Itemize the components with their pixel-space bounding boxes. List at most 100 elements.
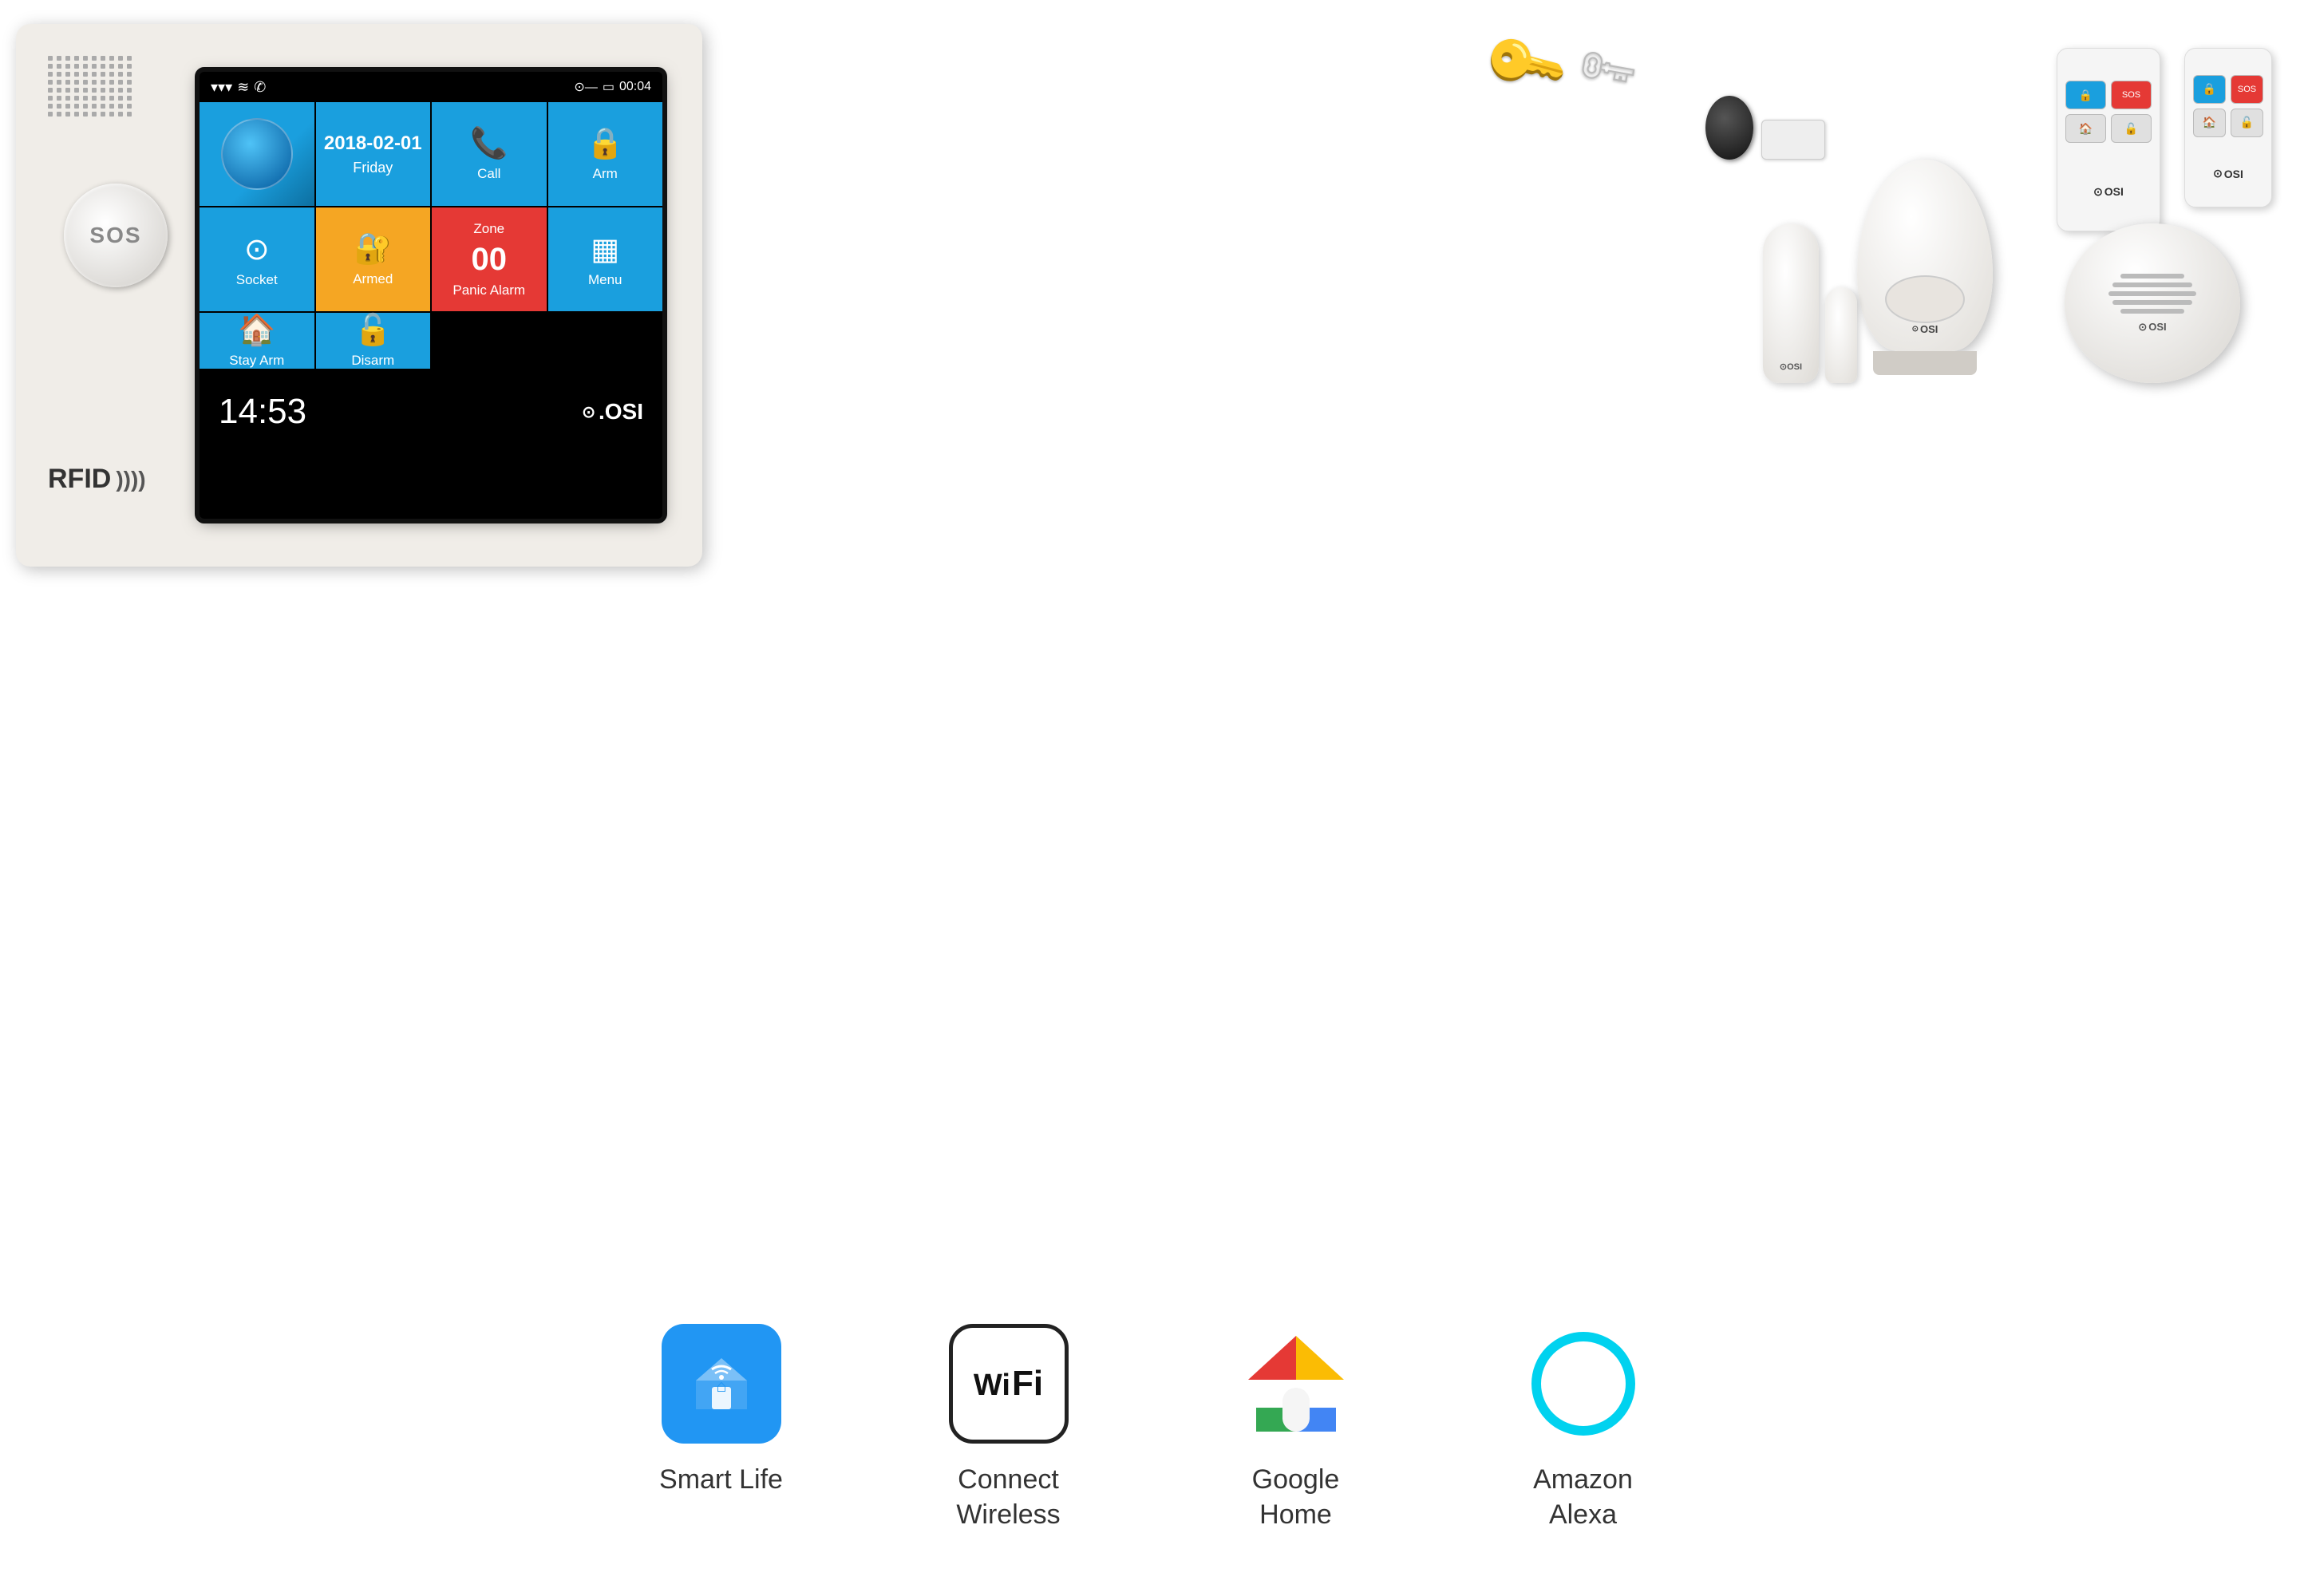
google-home-icon [1236,1324,1356,1444]
wifi-text-fi: Fi [1012,1366,1043,1401]
tile-globe[interactable] [200,102,314,206]
speaker-grill [48,56,176,136]
disarm-label: Disarm [351,353,394,369]
disarm-icon: 🔓 [354,313,392,348]
alarm-panel: SOS RFID )))) ▾▾▾ ≋ ✆ ⊙— ▭ 00:04 [16,24,702,567]
status-right: ⊙— ▭ 00:04 [574,79,651,95]
smart-life-icon-wrap: ⌂ [658,1320,785,1448]
zone-number: 00 [472,242,508,278]
touchscreen-display[interactable]: ▾▾▾ ≋ ✆ ⊙— ▭ 00:04 2018-02-01 Friday [200,72,662,519]
siren-rib-4 [2112,300,2192,305]
feature-google-home: GoogleHome [1200,1320,1392,1532]
rfid-text: RFID [48,464,111,495]
remote-btn-home[interactable]: 🏠 [2065,114,2106,143]
remote-controls: 🔒 SOS 🏠 🔓 ⊙ OSI 🔒 SOS 🏠 🔓 ⊙ OSI [2057,48,2272,231]
remote-2-btn-unlock[interactable]: 🔓 [2231,109,2263,137]
status-left: ▾▾▾ ≋ ✆ [211,79,266,96]
door-brand: ⊙OSI [1780,361,1802,372]
pir-osi-text: OSI [1920,323,1938,335]
tile-armed[interactable]: 🔐 Armed [316,207,431,311]
door-sensor: ⊙OSI [1763,223,1857,383]
tile-date[interactable]: 2018-02-01 Friday [316,102,431,206]
tile-socket[interactable]: ⊙ Socket [200,207,314,311]
osi-dot-icon: ⊙ [582,402,595,422]
menu-label: Menu [588,272,622,288]
remote-2-brand: ⊙ OSI [2213,167,2243,180]
remote-2-osi-text: OSI [2224,168,2243,180]
osi-text: .OSI [599,399,643,425]
alexa-icon-wrap [1520,1320,1647,1448]
remote-btn-unlock[interactable]: 🔓 [2111,114,2152,143]
socket-label: Socket [236,272,278,288]
rfid-signal-icon: )))) [116,467,145,492]
pir-sensor: ⊙ OSI [1857,160,1993,383]
tile-disarm[interactable]: 🔓 Disarm [316,313,431,369]
keys-area: 🔑 🗝 [1490,32,1666,176]
remote-2-buttons: 🔒 SOS 🏠 🔓 [2193,75,2263,137]
remote-2-btn-sos[interactable]: SOS [2231,75,2263,104]
siren-rib-1 [2120,274,2184,279]
clock-display: 14:53 [219,392,306,432]
feature-smart-life: ⌂ Smart Life [626,1320,817,1497]
status-bar: ▾▾▾ ≋ ✆ ⊙— ▭ 00:04 [200,72,662,102]
remote-1-osi-dot: ⊙ [2093,185,2103,199]
tile-stay-arm[interactable]: 🏠 Stay Arm [200,313,314,369]
globe-icon [221,118,293,190]
remote-btn-sos[interactable]: SOS [2111,81,2152,109]
arm-icon: 🔒 [587,126,624,161]
rfid-tags [1705,96,1825,160]
rfid-white-card [1761,120,1825,160]
remote-1-osi-text: OSI [2104,185,2124,198]
feature-amazon-alexa: AmazonAlexa [1488,1320,1679,1532]
sos-button[interactable]: SOS [64,184,168,287]
siren-osi-dot-icon: ⊙ [2138,321,2147,334]
wifi-text-wi: Wi [974,1370,1010,1400]
remote-1-buttons: 🔒 SOS 🏠 🔓 [2065,81,2152,143]
siren-ribs: ⊙ OSI [2108,274,2196,334]
key-icon: ⊙— [574,79,597,95]
status-time: 00:04 [619,80,651,94]
menu-icon: ▦ [591,231,619,267]
stay-label: Stay Arm [229,353,284,369]
remote-2: 🔒 SOS 🏠 🔓 ⊙ OSI [2184,48,2272,207]
smart-life-label: Smart Life [659,1462,783,1497]
remote-2-btn-lock[interactable]: 🔒 [2193,75,2226,104]
siren-rib-2 [2112,282,2192,287]
pir-eye [1885,275,1965,323]
call-label: Call [477,166,500,182]
google-home-label: GoogleHome [1252,1462,1340,1532]
smart-life-house-icon: ⌂ [690,1352,753,1416]
tile-menu[interactable]: ▦ Menu [548,207,663,311]
date-main: 2018-02-01 [324,132,422,155]
wifi-icon-box: Wi Fi [949,1324,1069,1444]
battery-icon: ▭ [603,79,615,95]
zone-text: Zone [473,221,504,237]
panic-label: Panic Alarm [453,282,525,298]
door-sensor-main: ⊙OSI [1763,223,1819,383]
alexa-icon [1523,1324,1643,1444]
tile-arm[interactable]: 🔒 Arm [548,102,663,206]
remote-1: 🔒 SOS 🏠 🔓 ⊙ OSI [2057,48,2160,231]
rfid-black-tag [1705,96,1753,160]
google-home-icon-wrap [1232,1320,1360,1448]
tile-panic[interactable]: Zone 00 Panic Alarm [432,207,547,311]
sos-label: SOS [89,223,141,248]
siren: ⊙ OSI [2065,223,2240,407]
remote-2-btn-home[interactable]: 🏠 [2193,109,2226,137]
call-icon: 📞 [470,126,508,161]
bottom-features: ⌂ Smart Life Wi Fi ConnectWireless [0,1320,2304,1532]
remote-2-osi-dot: ⊙ [2213,167,2223,180]
keys-icon-2: 🗝 [1570,32,1644,105]
siren-brand: ⊙ OSI [2138,321,2166,334]
arm-label: Arm [593,166,618,182]
stay-icon: 🏠 [238,313,275,348]
siren-body: ⊙ OSI [2065,223,2240,383]
smart-life-icon: ⌂ [662,1324,781,1444]
door-sensor-magnet [1825,287,1857,383]
remote-btn-lock[interactable]: 🔒 [2065,81,2106,109]
connect-wireless-label: ConnectWireless [956,1462,1060,1532]
tile-call[interactable]: 📞 Call [432,102,547,206]
tile-grid: 2018-02-01 Friday 📞 Call 🔒 Arm ⊙ Socket … [200,102,662,369]
pir-brand: ⊙ OSI [1912,323,1938,335]
phone-icon: ✆ [254,79,266,96]
